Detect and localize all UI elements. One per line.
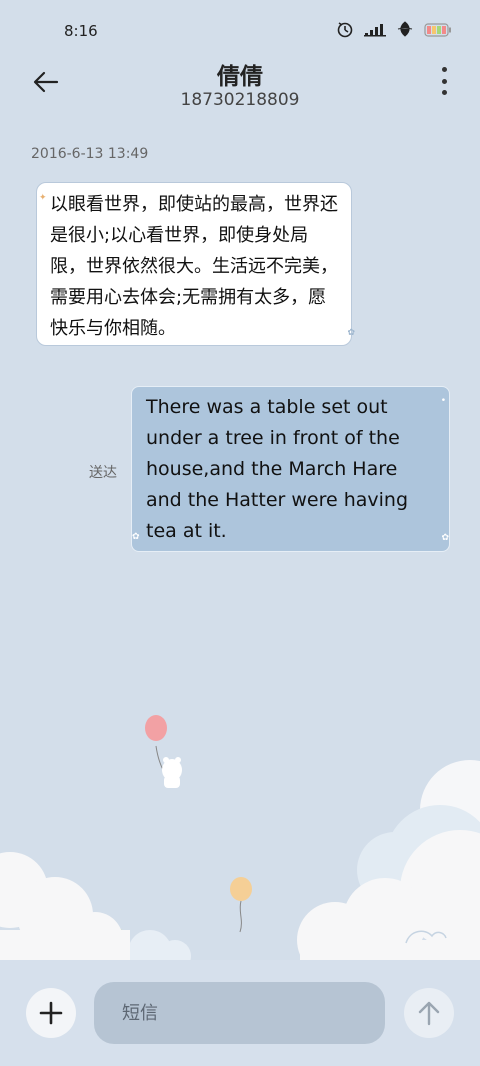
- incoming-message-text: 以眼看世界，即使站的最高，世界还是很小;以心看世界，即使身处局限，世界依然很大。…: [50, 194, 338, 339]
- balloon-bear-icon: [145, 715, 182, 788]
- status-bar: 8:16: [0, 0, 480, 62]
- balloon-icon: [230, 877, 252, 933]
- status-time: 8:16: [64, 22, 98, 40]
- battery-icon: [424, 22, 452, 41]
- message-timestamp: 2016-6-13 13:49: [31, 146, 149, 162]
- timer-icon: [336, 20, 354, 42]
- more-vertical-icon: [441, 67, 447, 72]
- contact-number: 18730218809: [180, 90, 300, 110]
- cloud-icon: [0, 852, 191, 960]
- leaf-icon: [396, 20, 414, 42]
- sparkle-icon: •: [440, 396, 446, 406]
- compose-bar: [0, 960, 480, 1066]
- outgoing-message-text: There was a table set out under a tree i…: [146, 396, 409, 542]
- sparkle-icon: ✿: [132, 532, 140, 542]
- send-button[interactable]: [404, 988, 454, 1038]
- message-input[interactable]: [94, 982, 385, 1044]
- background-scene: [0, 715, 480, 960]
- contact-name: 倩倩: [217, 64, 263, 90]
- delivery-status: 送达: [89, 465, 117, 481]
- more-options-button[interactable]: [438, 67, 450, 95]
- sparkle-icon: ✿: [441, 533, 449, 543]
- incoming-message-bubble[interactable]: ✦ 以眼看世界，即使站的最高，世界还是很小;以心看世界，即使身处局限，世界依然很…: [36, 182, 355, 346]
- plus-icon: [39, 1001, 63, 1025]
- conversation-header: 倩倩 18730218809: [0, 55, 480, 115]
- status-icons: [336, 20, 452, 42]
- send-arrow-icon: [418, 1001, 440, 1026]
- signal-icon: [364, 21, 386, 41]
- sparkle-icon: ✿: [347, 328, 355, 338]
- cloud-icon: [297, 760, 480, 960]
- sparkle-icon: ✦: [39, 193, 47, 203]
- outgoing-message-bubble[interactable]: • There was a table set out under a tree…: [131, 386, 450, 552]
- add-attachment-button[interactable]: [26, 988, 76, 1038]
